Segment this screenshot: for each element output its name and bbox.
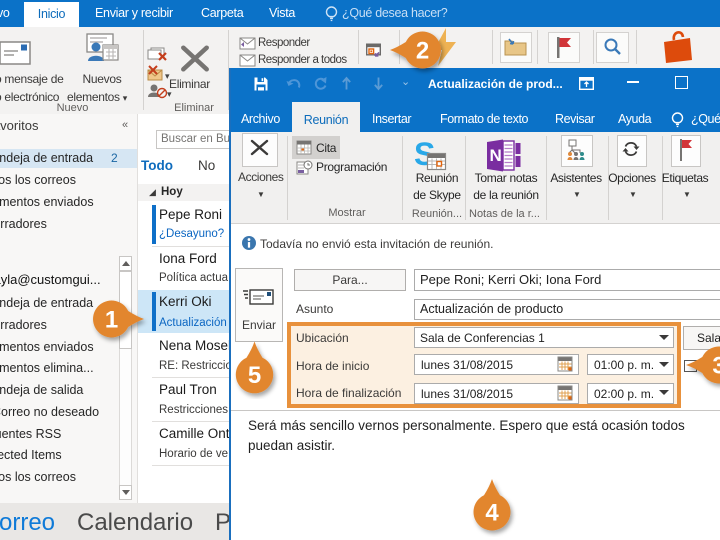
svg-text:4: 4 <box>485 500 499 527</box>
svg-text:2: 2 <box>416 38 429 65</box>
svg-text:1: 1 <box>105 307 118 334</box>
svg-text:3: 3 <box>712 353 720 380</box>
svg-text:5: 5 <box>248 362 261 389</box>
svg-text:N: N <box>490 146 502 165</box>
